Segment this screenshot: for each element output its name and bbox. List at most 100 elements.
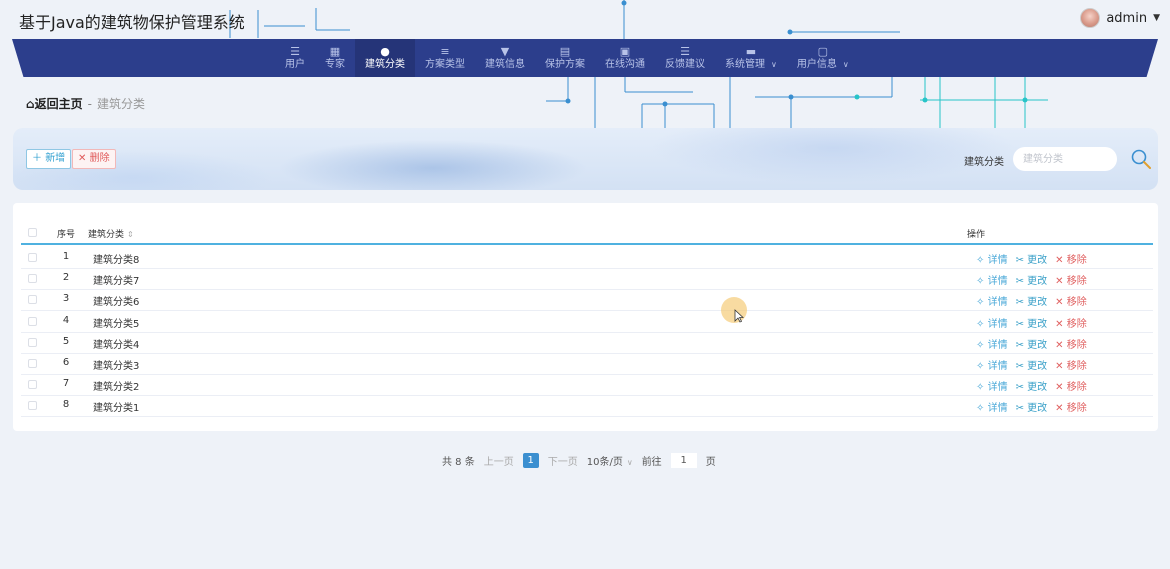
table-row: 1 建筑分类8 ✧ 详情 ✂ 更改 ✕ 移除 <box>21 248 1153 269</box>
nav-item-label: 专家 <box>325 59 345 70</box>
edit-label: 更改 <box>1027 276 1048 288</box>
nav-item-label: 保护方案 <box>545 59 585 70</box>
header-no: 序号 <box>57 230 76 240</box>
row-checkbox[interactable] <box>28 274 37 284</box>
row-checkbox[interactable] <box>28 380 37 390</box>
nav-item-building-category[interactable]: ● 建筑分类 <box>355 39 415 77</box>
nav-item-building-info[interactable]: ▼ 建筑信息 <box>475 39 535 77</box>
edit-button[interactable]: ✂ 更改 <box>1016 336 1048 351</box>
row-actions: ✧ 详情 ✂ 更改 ✕ 移除 <box>976 336 1087 351</box>
goto-suffix: 页 <box>705 456 716 468</box>
edit-button[interactable]: ✂ 更改 <box>1016 315 1048 330</box>
select-all-checkbox[interactable] <box>28 228 37 237</box>
edit-button[interactable]: ✂ 更改 <box>1016 293 1048 308</box>
table-row: 2 建筑分类7 ✧ 详情 ✂ 更改 ✕ 移除 <box>21 269 1153 291</box>
search-icon[interactable] <box>1130 148 1152 170</box>
grid-icon: ▦ <box>329 45 341 58</box>
edit-label: 更改 <box>1027 297 1048 309</box>
site-title: 基于Java的建筑物保护管理系统 <box>19 13 245 32</box>
edit-button[interactable]: ✂ 更改 <box>1016 251 1048 266</box>
nav-item-users[interactable]: ☰ 用户 <box>275 39 315 77</box>
remove-button[interactable]: ✕ 移除 <box>1055 357 1087 372</box>
remove-button[interactable]: ✕ 移除 <box>1055 378 1087 393</box>
row-no: 3 <box>62 293 70 305</box>
username: admin <box>1106 10 1148 26</box>
user-menu[interactable]: admin ▼ <box>1080 8 1160 28</box>
remove-label: 移除 <box>1066 382 1087 394</box>
row-name: 建筑分类2 <box>93 382 140 394</box>
mouse-cursor-icon <box>734 309 744 323</box>
search-label: 建筑分类 <box>964 157 1004 168</box>
detail-button[interactable]: ✧ 详情 <box>976 251 1008 266</box>
next-page-button[interactable]: 下一页 <box>548 453 578 468</box>
remove-label: 移除 <box>1066 255 1087 266</box>
detail-label: 详情 <box>987 297 1008 309</box>
detail-button[interactable]: ✧ 详情 <box>976 272 1008 287</box>
edit-button[interactable]: ✂ 更改 <box>1016 272 1048 287</box>
edit-label: 更改 <box>1027 318 1048 330</box>
remove-button[interactable]: ✕ 移除 <box>1055 399 1087 414</box>
edit-button[interactable]: ✂ 更改 <box>1016 399 1048 414</box>
nav-item-experts[interactable]: ▦ 专家 <box>315 39 355 77</box>
nav-item-feedback[interactable]: ☰ 反馈建议 <box>655 39 715 77</box>
prev-page-button[interactable]: 上一页 <box>484 453 514 468</box>
detail-button[interactable]: ✧ 详情 <box>976 357 1008 372</box>
row-checkbox[interactable] <box>28 337 37 347</box>
remove-button[interactable]: ✕ 移除 <box>1055 293 1087 308</box>
nav-item-protection-plan[interactable]: ▤ 保护方案 <box>535 39 595 77</box>
window-icon: ▢ <box>817 45 828 58</box>
row-actions: ✧ 详情 ✂ 更改 ✕ 移除 <box>976 251 1087 266</box>
edit-icon: ✂ <box>1015 403 1024 415</box>
close-icon: ✕ <box>1055 255 1064 266</box>
detail-icon: ✧ <box>976 255 985 266</box>
nav-item-user-info[interactable]: ▢ 用户信息 ∨ <box>787 39 859 77</box>
remove-label: 移除 <box>1066 403 1087 415</box>
detail-button[interactable]: ✧ 详情 <box>976 315 1008 330</box>
row-checkbox[interactable] <box>28 295 37 305</box>
nav-item-plan-type[interactable]: ≡ 方案类型 <box>415 39 475 77</box>
breadcrumb-separator: - <box>87 96 92 111</box>
page-size-value: 10条/页 <box>586 456 623 468</box>
remove-button[interactable]: ✕ 移除 <box>1055 251 1087 266</box>
detail-button[interactable]: ✧ 详情 <box>976 378 1008 393</box>
edit-button[interactable]: ✂ 更改 <box>1016 357 1048 372</box>
goto-page-input[interactable] <box>670 452 697 468</box>
detail-button[interactable]: ✧ 详情 <box>976 293 1008 308</box>
search-input[interactable] <box>1013 147 1117 171</box>
close-icon: ✕ <box>1055 361 1064 372</box>
close-icon: ✕ <box>1055 339 1064 351</box>
delete-button[interactable]: ✕ 删除 <box>72 149 116 169</box>
detail-button[interactable]: ✧ 详情 <box>976 336 1008 351</box>
nav-item-online-chat[interactable]: ▣ 在线沟通 <box>595 39 655 77</box>
nav-item-system-admin[interactable]: ▬ 系统管理 ∨ <box>715 39 787 77</box>
row-checkbox[interactable] <box>28 359 37 368</box>
row-name: 建筑分类1 <box>93 403 140 415</box>
detail-icon: ✧ <box>976 361 985 372</box>
edit-label: 更改 <box>1027 255 1048 266</box>
chevron-down-icon: ∨ <box>771 60 777 69</box>
edit-button[interactable]: ✂ 更改 <box>1016 378 1048 393</box>
remove-label: 移除 <box>1066 297 1087 309</box>
header-name-label: 建筑分类 <box>88 230 125 240</box>
row-checkbox[interactable] <box>28 316 37 326</box>
edit-icon: ✂ <box>1015 255 1024 266</box>
sort-icon: ⇕ <box>127 230 134 239</box>
row-name: 建筑分类5 <box>93 318 140 330</box>
row-actions: ✧ 详情 ✂ 更改 ✕ 移除 <box>976 272 1087 287</box>
row-checkbox[interactable] <box>28 253 37 262</box>
add-button[interactable]: ＋ 新增 <box>26 149 72 169</box>
breadcrumb-home[interactable]: ⌂返回主页 <box>26 95 83 112</box>
page-size-select[interactable]: 10条/页 ∨ <box>587 453 633 468</box>
header-name[interactable]: 建筑分类 ⇕ <box>88 227 134 240</box>
detail-button[interactable]: ✧ 详情 <box>976 399 1008 414</box>
row-no: 2 <box>62 272 70 284</box>
page-number-button[interactable]: 1 <box>522 452 539 468</box>
main-nav: ☰ 用户 ▦ 专家 ● 建筑分类 ≡ 方案类型 ▼ 建筑信息 ▤ 保护方案 ▣ … <box>12 39 1158 77</box>
remove-button[interactable]: ✕ 移除 <box>1055 272 1087 287</box>
nav-item-label: 方案类型 <box>425 59 465 70</box>
detail-label: 详情 <box>987 339 1008 351</box>
remove-button[interactable]: ✕ 移除 <box>1055 336 1087 351</box>
remove-button[interactable]: ✕ 移除 <box>1055 315 1087 330</box>
toolbar-card: ＋ 新增 ✕ 删除 建筑分类 <box>13 128 1158 190</box>
row-checkbox[interactable] <box>28 401 37 411</box>
